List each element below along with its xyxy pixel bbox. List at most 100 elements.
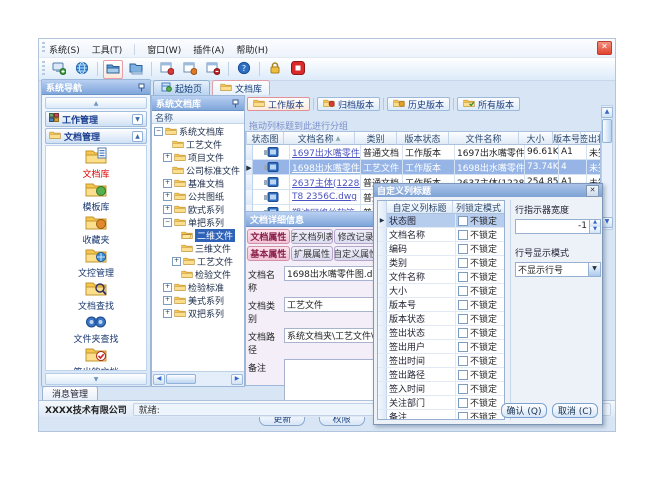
expand-plus-icon[interactable]: + <box>163 192 172 201</box>
tree-node-单把系列[interactable]: − 单把系列 <box>152 216 244 229</box>
version-button-归档版本[interactable]: 归档版本 <box>317 97 380 111</box>
menu-item-5[interactable]: 帮助(H) <box>236 43 268 56</box>
spinner-down-icon[interactable]: ▼ <box>590 227 600 234</box>
detail-tab-修改记录[interactable]: 修改记录 <box>334 229 377 244</box>
sidebar-section-doc-management[interactable]: 文档管理▲ <box>45 128 147 144</box>
toolbar-button-new-window[interactable] <box>157 60 177 79</box>
tree-node-基准文档[interactable]: + 基准文档 <box>152 177 244 190</box>
sidebar-item-文件夹查找[interactable]: 文件夹查找 <box>73 312 118 345</box>
sidebar-item-文档查找[interactable]: 文档查找 <box>78 279 114 312</box>
tree-column-header-name[interactable]: 名称 <box>152 111 244 124</box>
dialog-title-bar[interactable]: 自定义列标题 ✕ <box>374 184 602 197</box>
dialog-row-类别[interactable]: 类别不锁定 <box>378 256 504 270</box>
column-header-状态图[interactable]: 状态图 <box>247 132 284 145</box>
menu-item-3[interactable]: 窗口(W) <box>147 43 181 56</box>
lock-checkbox[interactable] <box>458 370 468 380</box>
lock-checkbox[interactable] <box>458 258 468 268</box>
toolbar-grip-handle[interactable] <box>42 61 45 77</box>
lock-checkbox[interactable] <box>458 272 468 282</box>
scroll-up-arrow-icon[interactable]: ▲ <box>601 107 613 118</box>
chevron-down-icon[interactable]: ▼ <box>588 263 600 276</box>
sidebar-item-收藏夹[interactable]: 收藏夹 <box>82 213 109 246</box>
sidebar-item-模板库[interactable]: 模板库 <box>82 180 109 213</box>
column-header-类别[interactable]: 类别 <box>355 132 397 145</box>
dialog-row-状态图[interactable]: ▶状态图不锁定 <box>378 214 504 228</box>
dialog-row-备注[interactable]: 备注不锁定 <box>378 410 504 420</box>
menu-item-1[interactable]: 系统(S) <box>49 43 80 56</box>
detail-tab-文档属性[interactable]: 文档属性 <box>247 229 290 244</box>
collapse-icon[interactable]: ▲ <box>132 131 143 142</box>
column-header-文件名称[interactable]: 文件名称 <box>449 132 519 145</box>
document-name-link[interactable]: 1697出水嘴零件图.dwg <box>292 146 361 159</box>
lock-checkbox[interactable] <box>458 230 468 240</box>
field-input-文档类别[interactable]: 工艺文件 <box>284 297 376 312</box>
close-tab-button[interactable]: ✕ <box>597 41 612 55</box>
expand-plus-icon[interactable]: + <box>163 205 172 214</box>
dialog-row-签出路径[interactable]: 签出路径不锁定 <box>378 368 504 382</box>
expand-plus-icon[interactable]: + <box>163 283 172 292</box>
toolbar-button-edit-window[interactable] <box>180 60 200 79</box>
spinner-value[interactable]: -1 <box>516 220 589 233</box>
column-header-签出状态[interactable]: 签出状态 <box>581 132 601 145</box>
tab-message-management[interactable]: 消息管理 <box>42 386 98 400</box>
nav-scroll-up-strip[interactable]: ▲ <box>45 97 147 109</box>
toolbar-button-lock[interactable] <box>265 60 285 79</box>
collapse-minus-icon[interactable]: − <box>154 127 163 136</box>
toolbar-button-library-list[interactable] <box>126 60 146 79</box>
dialog-row-签出用户[interactable]: 签出用户不锁定 <box>378 340 504 354</box>
toolbar-button-exit[interactable] <box>288 60 308 79</box>
tree-node-美式系列[interactable]: + 美式系列 <box>152 294 244 307</box>
lock-checkbox[interactable] <box>458 384 468 394</box>
dialog-column-header-自定义列标题[interactable]: 自定义列标题 <box>387 201 453 214</box>
pin-icon[interactable] <box>137 83 146 92</box>
lock-checkbox[interactable] <box>458 300 468 310</box>
sidebar-item-文控管理[interactable]: 文控管理 <box>78 246 114 279</box>
pin-icon[interactable] <box>231 99 240 108</box>
dialog-row-版本号[interactable]: 版本号不锁定 <box>378 298 504 312</box>
table-row[interactable]: ▶1698出水嘴零件图.dwg工艺文件工作版本1698出水嘴零件图.dwg73.… <box>246 160 600 175</box>
tab-文档库[interactable]: 文档库 <box>212 80 270 95</box>
detail-subtab-自定义属性[interactable]: 自定义属性 <box>334 246 377 261</box>
lock-checkbox[interactable] <box>458 412 468 421</box>
dialog-column-header-列锁定模式[interactable]: 列锁定模式 <box>453 201 505 214</box>
tree-horizontal-scrollbar[interactable]: ◀ ▶ <box>152 371 244 386</box>
document-name-link[interactable]: 2637主体(12284).dwg <box>292 176 361 189</box>
tree-node-系统文档库[interactable]: − 系统文档库 <box>152 125 244 138</box>
tree-node-检验文件[interactable]: 检验文件 <box>152 268 244 281</box>
tree-node-公共图纸[interactable]: + 公共图纸 <box>152 190 244 203</box>
document-name-link[interactable]: 1698出水嘴零件图.dwg <box>292 161 361 174</box>
scrollbar-thumb[interactable] <box>166 374 196 384</box>
scroll-right-arrow-icon[interactable]: ▶ <box>231 374 243 385</box>
toolbar-button-open-library[interactable] <box>103 60 123 79</box>
lock-checkbox[interactable] <box>458 286 468 296</box>
version-button-所有版本[interactable]: 所有版本 <box>457 97 520 111</box>
expand-plus-icon[interactable]: + <box>163 153 172 162</box>
table-row[interactable]: 1697出水嘴零件图.dwg普通文档工作版本1697出水嘴零件图.dwg96.6… <box>246 145 600 160</box>
lock-checkbox[interactable] <box>458 342 468 352</box>
version-button-历史版本[interactable]: 历史版本 <box>387 97 450 111</box>
cancel-button[interactable]: 取消 (C) <box>552 403 598 418</box>
lock-checkbox[interactable] <box>458 356 468 366</box>
expand-plus-icon[interactable]: + <box>172 257 181 266</box>
column-header-文档名称[interactable]: 文档名称▲ <box>284 132 355 145</box>
expand-plus-icon[interactable]: + <box>163 179 172 188</box>
dialog-row-版本状态[interactable]: 版本状态不锁定 <box>378 312 504 326</box>
sidebar-item-文档库[interactable]: 文档库 <box>82 147 109 180</box>
sidebar-item-签出的文档[interactable]: 签出的文档 <box>73 345 118 371</box>
document-name-link[interactable]: T8 2356C.dwg <box>292 192 357 202</box>
menu-item-2[interactable]: 工具(T) <box>92 43 123 56</box>
scroll-left-arrow-icon[interactable]: ◀ <box>153 374 165 385</box>
tree-node-检验标准[interactable]: + 检验标准 <box>152 281 244 294</box>
column-header-版本号[interactable]: 版本号 <box>553 132 581 145</box>
lock-checkbox[interactable] <box>458 328 468 338</box>
tree-node-二维文件[interactable]: 二维文件 <box>152 229 244 242</box>
lock-checkbox[interactable] <box>458 244 468 254</box>
tree-node-工艺文件[interactable]: + 工艺文件 <box>152 255 244 268</box>
field-input-文档路径[interactable]: 系统文档夹\工艺文件\ <box>284 328 376 343</box>
field-input-文档名称[interactable]: 1698出水嘴零件图.dwg <box>284 266 376 281</box>
nav-scroll-down-strip[interactable]: ▼ <box>45 373 147 385</box>
detail-subtab-扩展属性[interactable]: 扩展属性 <box>291 246 334 261</box>
dialog-row-编码[interactable]: 编码不锁定 <box>378 242 504 256</box>
tree-node-项目文件[interactable]: + 项目文件 <box>152 151 244 164</box>
collapse-minus-icon[interactable]: − <box>163 218 172 227</box>
